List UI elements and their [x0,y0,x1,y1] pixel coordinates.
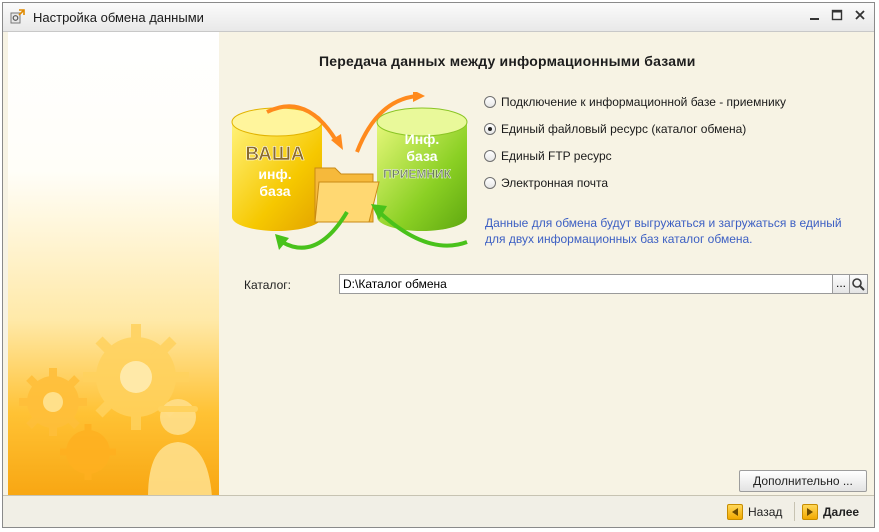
next-label: Далее [823,505,860,519]
arrow-right-icon [802,504,818,520]
option-email[interactable]: Электронная почта [484,174,608,192]
exchange-settings-window: Настройка обмена данными Передача данных… [2,2,875,528]
radio-email[interactable] [484,177,496,189]
target-db-line2: база [406,148,437,164]
choose-catalog-button[interactable]: ... [833,274,850,294]
option-label: Подключение к информационной базе - прие… [501,95,787,109]
gears-and-person-illustration [19,324,212,497]
arrow-left-icon [727,504,743,520]
radio-direct-connection[interactable] [484,96,496,108]
advanced-button[interactable]: Дополнительно ... [739,470,867,492]
option-label: Электронная почта [501,176,609,190]
exchange-illustration: ВАША инф. база Инф. база ПРИЕМНИК [231,92,468,250]
close-icon [855,10,865,20]
maximize-button[interactable] [826,7,848,27]
maximize-icon [831,9,843,21]
info-text: Данные для обмена будут выгружаться и за… [485,216,842,246]
next-button[interactable]: Далее [802,503,859,521]
option-ftp-resource[interactable]: Единый FTP ресурс [484,147,612,165]
source-db-line3: база [259,183,290,199]
open-catalog-button[interactable] [850,274,868,294]
footer-separator [794,502,795,521]
option-label: Единый файловый ресурс (каталог обмена) [501,122,747,136]
catalog-input[interactable]: D:\Каталог обмена [339,274,833,294]
radio-ftp-resource[interactable] [484,150,496,162]
back-button[interactable]: Назад [727,503,782,521]
option-label: Единый FTP ресурс [501,149,612,163]
exchange-settings-icon [10,9,25,24]
option-direct-connection[interactable]: Подключение к информационной базе - прие… [484,93,786,111]
option-file-resource[interactable]: Единый файловый ресурс (каталог обмена) [484,120,746,138]
source-db-line2: инф. [258,166,291,182]
minimize-button[interactable] [804,7,826,27]
target-db-line3: ПРИЕМНИК [383,167,452,181]
source-db-line1: ВАША [245,144,305,165]
catalog-label: Каталог: [244,278,291,292]
main-content: Передача данных между информационными ба… [219,32,870,497]
title-bar[interactable]: Настройка обмена данными [3,3,874,32]
minimize-icon [810,18,819,20]
target-db-line1: Инф. [405,131,440,147]
radio-file-resource[interactable] [484,123,496,135]
footer-bar: Назад Далее [3,495,874,527]
close-button[interactable] [849,7,871,27]
back-label: Назад [748,505,783,519]
decorative-sidebar [8,32,219,497]
magnifier-icon [852,278,865,291]
window-title: Настройка обмена данными [33,10,204,25]
page-title: Передача данных между информационными ба… [319,53,696,69]
